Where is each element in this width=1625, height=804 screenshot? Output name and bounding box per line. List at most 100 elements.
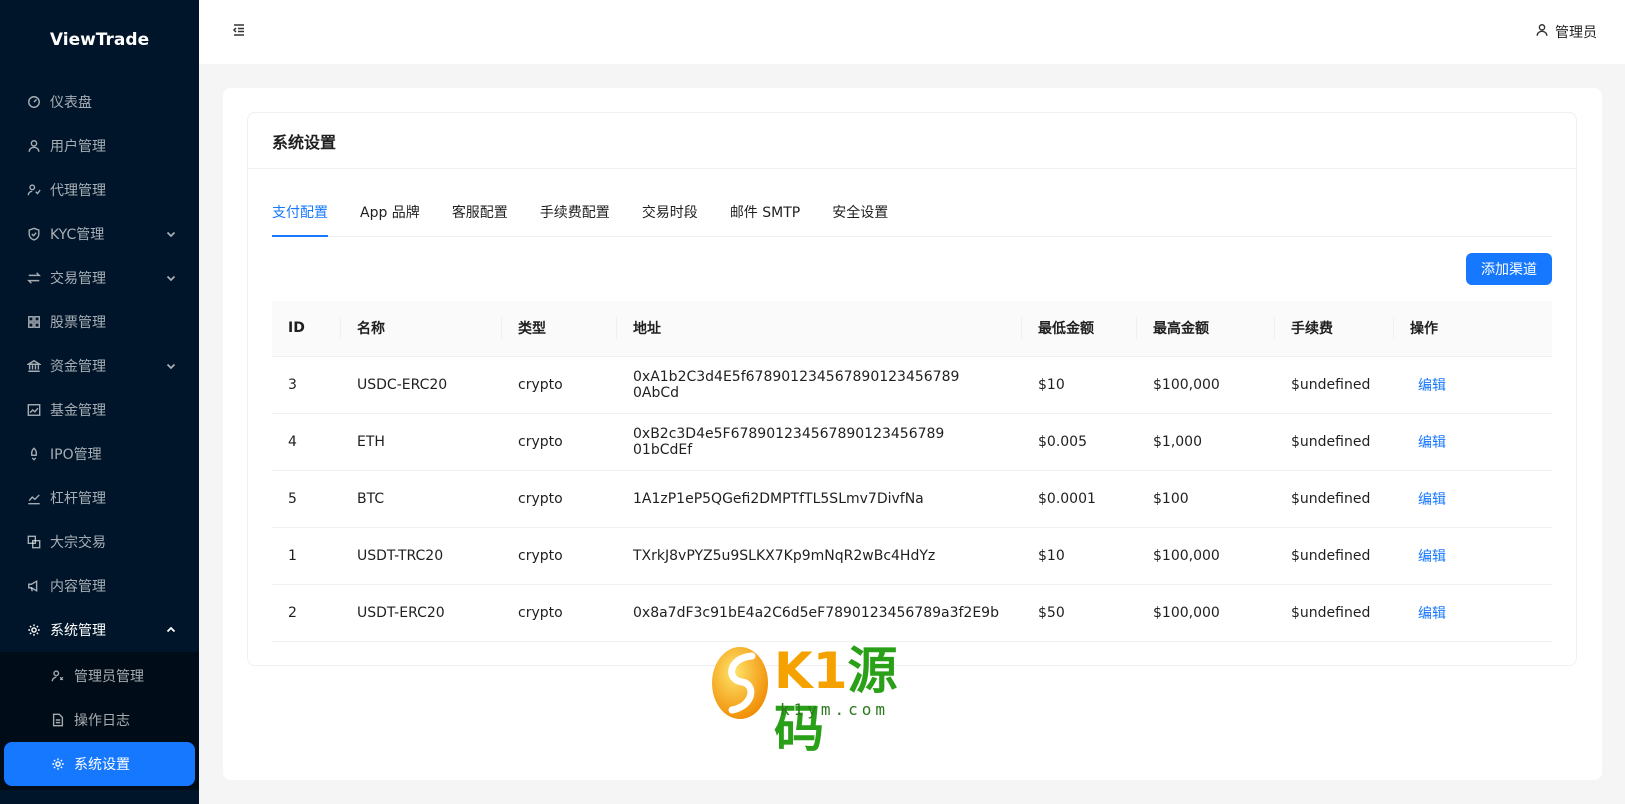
sidebar-menu: 仪表盘用户管理代理管理 KYC管理交易管理股票管理资金管理基金管理 IPO管理杠杆管… <box>0 80 199 790</box>
admin-icon <box>50 668 66 684</box>
table-row: 5 BTC crypto 1A1zP1eP5QGefi2DMPTfTL5SLmv7Di… <box>272 470 1552 528</box>
sidebar-item-1[interactable]: 用户管理 <box>0 124 199 168</box>
table-cell: $100 <box>1137 470 1275 528</box>
sidebar-item-label: 仪表盘 <box>50 95 92 111</box>
sidebar-item-label: 股票管理 <box>50 315 106 331</box>
payment-channel-table: ID 名称 类型 地址 最低金额 最高金额 手续费 操作 3 USDC-ERC20 crypto 0… <box>272 301 1552 642</box>
tab-5[interactable]: 邮件 SMTP <box>730 190 800 236</box>
sidebar-item-0[interactable]: 仪表盘 <box>0 80 199 124</box>
table-cell: 编辑 <box>1394 527 1552 585</box>
sidebar-item-label: 用户管理 <box>50 139 106 155</box>
add-channel-button[interactable]: 添加渠道 <box>1466 253 1552 285</box>
line-chart-icon <box>26 490 42 506</box>
table-cell: 1A1zP1eP5QGefi2DMPTfTL5SLmv7DivfNa <box>617 470 1022 528</box>
table-cell: 0xA1b2C3d4E5f678901234567890123456789 0A… <box>617 356 1022 414</box>
table-cell: TXrkJ8vPYZ5u9SLKX7Kp9mNqR2wBc4HdYz <box>617 527 1022 585</box>
table-cell: ETH <box>341 413 502 471</box>
sidebar-subitem-0[interactable]: 管理员管理 <box>0 654 199 698</box>
sidebar-subitem-label: 操作日志 <box>74 713 130 729</box>
table-cell: crypto <box>502 527 617 585</box>
chevron-down-icon <box>165 272 177 284</box>
table-cell: crypto <box>502 413 617 471</box>
sidebar-item-label: 系统管理 <box>50 623 106 639</box>
tab-4[interactable]: 交易时段 <box>642 190 698 236</box>
table-cell: USDT-TRC20 <box>341 527 502 585</box>
sidebar-item-12[interactable]: 系统管理 <box>0 608 199 652</box>
gear-icon <box>50 756 66 772</box>
sidebar-item-5[interactable]: 股票管理 <box>0 300 199 344</box>
sidebar-item-label: 交易管理 <box>50 271 106 287</box>
edit-link[interactable]: 编辑 <box>1410 606 1446 622</box>
edit-link[interactable]: 编辑 <box>1410 435 1446 451</box>
sidebar-item-label: 资金管理 <box>50 359 106 375</box>
table-cell: $100,000 <box>1137 527 1275 585</box>
user-icon <box>1535 23 1549 41</box>
swap-icon <box>26 270 42 286</box>
sidebar-item-10[interactable]: 大宗交易 <box>0 520 199 564</box>
table-cell: $10 <box>1022 527 1137 585</box>
sidebar-subitem-1[interactable]: 操作日志 <box>0 698 199 742</box>
tab-2[interactable]: 客服配置 <box>452 190 508 236</box>
table-cell: 0x8a7dF3c91bE4a2C6d5eF7890123456789a3f2E… <box>617 584 1022 642</box>
sidebar-item-3[interactable]: KYC管理 <box>0 212 199 256</box>
sidebar-item-4[interactable]: 交易管理 <box>0 256 199 300</box>
table-cell: 编辑 <box>1394 356 1552 414</box>
table-cell: $1,000 <box>1137 413 1275 471</box>
table-cell: crypto <box>502 356 617 414</box>
sidebar-item-11[interactable]: 内容管理 <box>0 564 199 608</box>
app-logo[interactable]: ViewTrade <box>0 0 199 80</box>
watermark-logo: K1源码 k1ym.com <box>710 642 920 758</box>
sidebar-item-2[interactable]: 代理管理 <box>0 168 199 212</box>
edit-link[interactable]: 编辑 <box>1410 549 1446 565</box>
tab-0[interactable]: 支付配置 <box>272 190 328 237</box>
tab-3[interactable]: 手续费配置 <box>540 190 610 236</box>
table-cell: 4 <box>272 413 341 471</box>
sidebar-subitem-label: 系统设置 <box>74 757 130 773</box>
table-cell: 0xB2c3D4e5F678901234567890123456789 01bC… <box>617 413 1022 471</box>
table-row: 3 USDC-ERC20 crypto 0xA1b2C3d4E5f6789012345… <box>272 356 1552 414</box>
table-cell: $0.0001 <box>1022 470 1137 528</box>
column-header: 类型 <box>502 301 617 357</box>
sidebar: ViewTrade 仪表盘用户管理代理管理 KYC管理交易管理股票管理资金管理基金… <box>0 0 199 804</box>
column-header: 手续费 <box>1275 301 1394 357</box>
user-menu[interactable]: 管理员 <box>1535 22 1597 42</box>
column-header: 地址 <box>617 301 1022 357</box>
sidebar-item-label: 代理管理 <box>50 183 106 199</box>
table-cell: 5 <box>272 470 341 528</box>
tab-1[interactable]: App 品牌 <box>360 190 420 236</box>
settings-card: 系统设置 支付配置 App 品牌 客服配置 手续费配置 交易时段 邮件 SMTP 安全设置 … <box>247 112 1577 666</box>
user-icon <box>26 138 42 154</box>
table-cell: crypto <box>502 584 617 642</box>
sidebar-item-9[interactable]: 杠杆管理 <box>0 476 199 520</box>
edit-link[interactable]: 编辑 <box>1410 492 1446 508</box>
table-cell: $undefined <box>1275 470 1394 528</box>
table-cell: 1 <box>272 527 341 585</box>
grid-icon <box>26 314 42 330</box>
sidebar-subitem-label: 管理员管理 <box>74 669 144 685</box>
tab-6[interactable]: 安全设置 <box>832 190 888 236</box>
edit-link[interactable]: 编辑 <box>1410 378 1446 394</box>
table-cell: 2 <box>272 584 341 642</box>
sidebar-subitem-2[interactable]: 系统设置 <box>4 742 195 786</box>
sidebar-submenu: 管理员管理操作日志系统设置 <box>0 652 199 790</box>
table-body: 3 USDC-ERC20 crypto 0xA1b2C3d4E5f6789012345… <box>272 356 1552 642</box>
dashboard-icon <box>26 94 42 110</box>
table-toolbar: 添加渠道 <box>272 237 1552 301</box>
table-cell: 编辑 <box>1394 413 1552 471</box>
column-header: 操作 <box>1394 301 1552 357</box>
table-cell: $undefined <box>1275 584 1394 642</box>
gear-icon <box>26 622 42 638</box>
table-header-row: ID 名称 类型 地址 最低金额 最高金额 手续费 操作 <box>272 301 1552 357</box>
column-header: 名称 <box>341 301 502 357</box>
menu-fold-icon[interactable] <box>231 22 247 42</box>
table-cell: 编辑 <box>1394 584 1552 642</box>
table-cell: USDT-ERC20 <box>341 584 502 642</box>
watermark-url: k1ym.com <box>780 700 890 719</box>
sidebar-item-6[interactable]: 资金管理 <box>0 344 199 388</box>
sidebar-item-label: 杠杆管理 <box>50 491 106 507</box>
user-name: 管理员 <box>1555 25 1597 41</box>
sidebar-item-7[interactable]: 基金管理 <box>0 388 199 432</box>
bank-icon <box>26 358 42 374</box>
sidebar-item-8[interactable]: IPO管理 <box>0 432 199 476</box>
chevron-up-icon <box>165 624 177 636</box>
